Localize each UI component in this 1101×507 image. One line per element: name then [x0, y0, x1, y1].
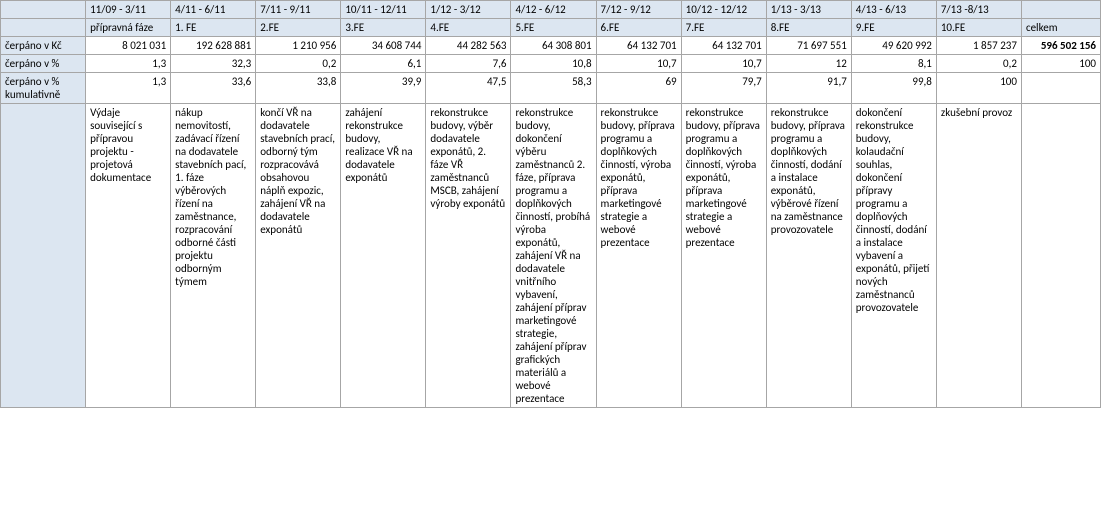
desc-cell: rekonstrukce budovy, příprava programu a…: [766, 104, 851, 408]
kc-cell: 44 282 563: [426, 37, 511, 55]
period-cell: 7/13 -8/13: [936, 1, 1021, 19]
period-cell: 10/12 - 12/12: [681, 1, 766, 19]
row-desc: Výdaje související s přípravou projektu …: [1, 104, 1101, 408]
pct-cell: 12: [766, 55, 851, 73]
total-kc: 596 502 156: [1021, 37, 1100, 55]
kc-cell: 1 857 237: [936, 37, 1021, 55]
phase-cell: 8.FE: [766, 19, 851, 37]
cum-cell: 58,3: [511, 73, 596, 104]
row-periods: 11/09 - 3/11 4/11 - 6/11 7/11 - 9/11 10/…: [1, 1, 1101, 19]
desc-cell: rekonstrukce budovy, dokončení výběru za…: [511, 104, 596, 408]
phase-cell: 3.FE: [341, 19, 426, 37]
phase-cell: 7.FE: [681, 19, 766, 37]
cum-cell: 1,3: [86, 73, 171, 104]
pct-cell: 6,1: [341, 55, 426, 73]
period-cell: 4/11 - 6/11: [171, 1, 256, 19]
kc-cell: 64 132 701: [681, 37, 766, 55]
row-label: čerpáno v % kumulativně: [1, 73, 86, 104]
pct-cell: 1,3: [86, 55, 171, 73]
desc-total-empty: [1021, 104, 1100, 408]
total-pct: 100: [1021, 55, 1100, 73]
spending-table: 11/09 - 3/11 4/11 - 6/11 7/11 - 9/11 10/…: [0, 0, 1101, 408]
cum-cell: 47,5: [426, 73, 511, 104]
pct-cell: 10,8: [511, 55, 596, 73]
kc-cell: 34 608 744: [341, 37, 426, 55]
pct-cell: 7,6: [426, 55, 511, 73]
desc-cell: Výdaje související s přípravou projektu …: [86, 104, 171, 408]
cum-cell: 69: [596, 73, 681, 104]
phase-cell: 4.FE: [426, 19, 511, 37]
pct-cell: 8,1: [851, 55, 936, 73]
cum-cell: 39,9: [341, 73, 426, 104]
desc-cell: zkušební provoz: [936, 104, 1021, 408]
row-label: čerpáno v %: [1, 55, 86, 73]
total-cum: [1021, 73, 1100, 104]
period-cell: 1/13 - 3/13: [766, 1, 851, 19]
cum-cell: 99,8: [851, 73, 936, 104]
row-label: [1, 19, 86, 37]
period-cell: 11/09 - 3/11: [86, 1, 171, 19]
kc-cell: 71 697 551: [766, 37, 851, 55]
phase-cell: 1. FE: [171, 19, 256, 37]
desc-cell: zahájení rekonstrukce budovy, realizace …: [341, 104, 426, 408]
period-cell: 7/12 - 9/12: [596, 1, 681, 19]
row-label: čerpáno v Kč: [1, 37, 86, 55]
kc-cell: 49 620 992: [851, 37, 936, 55]
pct-cell: 10,7: [681, 55, 766, 73]
phase-cell: 5.FE: [511, 19, 596, 37]
period-cell: 10/11 - 12/11: [341, 1, 426, 19]
row-label: [1, 1, 86, 19]
kc-cell: 192 628 881: [171, 37, 256, 55]
row-label: [1, 104, 86, 408]
pct-cell: 10,7: [596, 55, 681, 73]
phase-cell: 2.FE: [256, 19, 341, 37]
cum-cell: 91,7: [766, 73, 851, 104]
row-cum: čerpáno v % kumulativně 1,3 33,6 33,8 39…: [1, 73, 1101, 104]
period-cell: 1/12 - 3/12: [426, 1, 511, 19]
kc-cell: 8 021 031: [86, 37, 171, 55]
pct-cell: 0,2: [256, 55, 341, 73]
desc-cell: rekonstrukce budovy, příprava programu a…: [596, 104, 681, 408]
total-header-empty: [1021, 1, 1100, 19]
period-cell: 4/13 - 6/13: [851, 1, 936, 19]
cum-cell: 33,8: [256, 73, 341, 104]
total-label: celkem: [1021, 19, 1100, 37]
phase-cell: 9.FE: [851, 19, 936, 37]
desc-cell: nákup nemovitostí, zadávací řízení na do…: [171, 104, 256, 408]
pct-cell: 0,2: [936, 55, 1021, 73]
phase-cell: 10.FE: [936, 19, 1021, 37]
cum-cell: 100: [936, 73, 1021, 104]
desc-cell: končí VŘ na dodavatele stavebních prací,…: [256, 104, 341, 408]
row-kc: čerpáno v Kč 8 021 031 192 628 881 1 210…: [1, 37, 1101, 55]
kc-cell: 64 132 701: [596, 37, 681, 55]
kc-cell: 64 308 801: [511, 37, 596, 55]
cum-cell: 33,6: [171, 73, 256, 104]
desc-cell: rekonstrukce budovy, výběr dodavatele ex…: [426, 104, 511, 408]
cum-cell: 79,7: [681, 73, 766, 104]
row-phases: přípravná fáze 1. FE 2.FE 3.FE 4.FE 5.FE…: [1, 19, 1101, 37]
phase-cell: přípravná fáze: [86, 19, 171, 37]
kc-cell: 1 210 956: [256, 37, 341, 55]
row-pct: čerpáno v % 1,3 32,3 0,2 6,1 7,6 10,8 10…: [1, 55, 1101, 73]
desc-cell: dokončení rekonstrukce budovy, kolaudačn…: [851, 104, 936, 408]
pct-cell: 32,3: [171, 55, 256, 73]
period-cell: 7/11 - 9/11: [256, 1, 341, 19]
phase-cell: 6.FE: [596, 19, 681, 37]
period-cell: 4/12 - 6/12: [511, 1, 596, 19]
desc-cell: rekonstrukce budovy, příprava programu a…: [681, 104, 766, 408]
